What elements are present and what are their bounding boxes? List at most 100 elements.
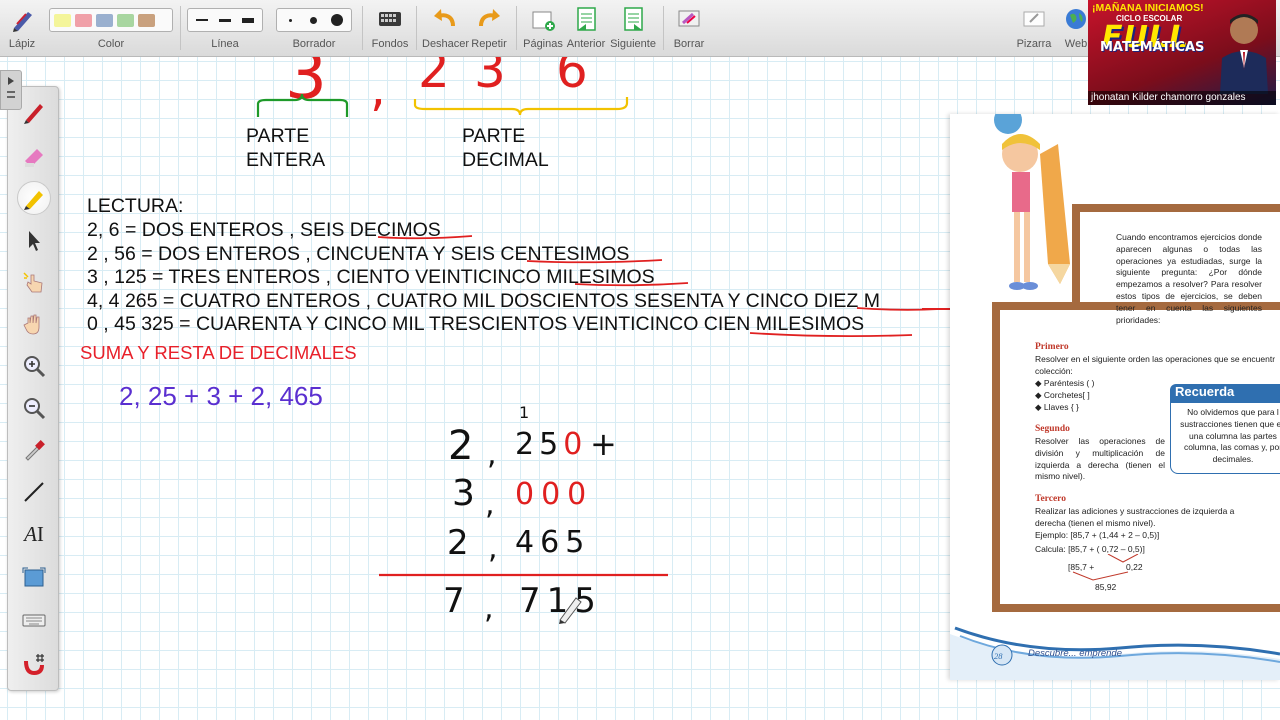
backgrounds-button[interactable]: Fondos	[368, 0, 412, 57]
zoom-out-icon	[24, 398, 46, 420]
row-digits: 465	[515, 525, 591, 560]
row-integer: 2	[447, 523, 469, 563]
eraser-large-icon[interactable]	[326, 11, 349, 29]
book-heading-primero: Primero	[1035, 342, 1069, 352]
lectura-title: LECTURA:	[87, 195, 184, 217]
panel-collapse-handle[interactable]	[0, 70, 22, 110]
tool-click[interactable]	[17, 265, 51, 299]
line-medium-icon[interactable]	[213, 11, 236, 29]
book-calc-result: 85,92	[1095, 582, 1117, 592]
promo-line4: MATEMÁTICAS	[1100, 40, 1205, 55]
row-comma: ,	[485, 487, 495, 522]
next-page-button[interactable]: Siguiente	[609, 0, 657, 57]
webcam-video-overlay[interactable]: ¡MAÑANA INICIAMOS! CICLO ESCOLAR FULL MA…	[1088, 0, 1276, 105]
reading-line: 3 , 125 = TRES ENTEROS , CIENTO VEINTICI…	[87, 266, 655, 288]
sum-expression: 2, 25 + 3 + 2, 465	[119, 381, 323, 411]
color-swatch[interactable]	[75, 13, 92, 27]
globe-icon	[1066, 9, 1086, 29]
whiteboard-button[interactable]: Pizarra	[1014, 0, 1054, 57]
color-swatch[interactable]	[54, 13, 71, 27]
tool-select[interactable]	[17, 223, 51, 257]
recuerda-header: Recuerda	[1170, 384, 1280, 402]
pages-button[interactable]: Páginas	[522, 0, 564, 57]
recuerda-box: No olvidemos que para l sustracciones ti…	[1170, 402, 1280, 474]
book-primero-text: Resolver en el siguiente orden las opera…	[1035, 354, 1276, 376]
color-picker[interactable]: Color	[49, 0, 173, 57]
eraser-size-picker[interactable]: Borrador	[276, 0, 352, 57]
result-comma: ,	[484, 591, 494, 626]
screenshot-icon	[22, 567, 46, 587]
integer-brace	[256, 93, 349, 117]
hand-icon	[23, 314, 40, 335]
girl-with-pencil-illustration	[994, 114, 1070, 290]
row-integer: 3	[452, 473, 475, 514]
previous-page-button[interactable]: Anterior	[566, 0, 606, 57]
book-bullet: ◆ Corchetes[ ]	[1035, 390, 1090, 400]
book-page-number: 28	[994, 651, 1003, 661]
line-icon	[24, 482, 44, 502]
eraser-options	[276, 8, 352, 32]
magnet-icon	[24, 654, 44, 676]
tool-zoom-out[interactable]	[17, 391, 51, 425]
line-thick-icon[interactable]	[237, 11, 260, 29]
tool-text[interactable]: AI	[17, 517, 51, 551]
book-heading-tercero: Tercero	[1035, 494, 1066, 504]
line-options	[187, 8, 263, 32]
redo-icon	[479, 9, 500, 27]
tool-keyboard[interactable]	[17, 603, 51, 637]
reading-line: 0 , 45 325 = CUARENTA Y CINCO MIL TRESCI…	[87, 313, 865, 335]
previous-page-icon	[577, 7, 596, 31]
tool-magnet[interactable]	[17, 647, 51, 681]
decimal-brace	[413, 97, 629, 116]
eyedropper-icon	[25, 440, 45, 461]
tool-pan[interactable]	[17, 307, 51, 341]
tool-zoom-in[interactable]	[17, 349, 51, 383]
tool-eyedropper[interactable]	[17, 433, 51, 467]
presenter-avatar	[1220, 14, 1268, 94]
zoom-in-icon	[24, 356, 46, 378]
highlighter-icon	[25, 149, 43, 167]
textbook-page: Cuando encontramos ejercicios donde apar…	[950, 114, 1280, 680]
pencil-icon	[13, 12, 32, 32]
suma-resta-title: SUMA Y RESTA DE DECIMALES	[80, 342, 357, 363]
tool-marker[interactable]	[17, 181, 51, 215]
row-comma: ,	[488, 531, 498, 566]
book-intro-text: Cuando encontramos ejercicios donde apar…	[1116, 232, 1262, 325]
tool-highlighter[interactable]	[17, 139, 51, 173]
reading-line: 2, 6 = DOS ENTEROS , SEIS DECIMOS	[87, 219, 441, 241]
tool-screenshot[interactable]	[17, 561, 51, 595]
book-footer-text: Descubre... emprende	[1028, 648, 1122, 659]
keyboard-icon	[22, 614, 46, 627]
label-parte-entera: PARTE ENTERA	[246, 125, 326, 171]
tools-panel: AI	[7, 86, 59, 691]
book-ejemplo: Ejemplo: [85,7 + (1,44 + 2 – 0,5)]	[1035, 530, 1160, 540]
undo-button[interactable]: Deshacer	[422, 0, 469, 57]
add-page-icon	[532, 11, 555, 31]
tool-line[interactable]	[17, 475, 51, 509]
color-swatch[interactable]	[117, 13, 134, 27]
hand-pointer-icon	[23, 272, 43, 293]
keyboard-grid-icon	[379, 12, 401, 26]
redo-button[interactable]: Repetir	[470, 0, 508, 57]
book-calc-lines	[1072, 554, 1139, 581]
tool-pen[interactable]	[17, 95, 51, 129]
drawing-canvas[interactable]: 3 , 2 3 6 PARTE ENTERA PARTE DECIMAL LEC…	[0, 57, 1280, 720]
line-thin-icon[interactable]	[190, 11, 213, 29]
color-swatch[interactable]	[138, 13, 155, 27]
text-icon: AI	[24, 521, 44, 546]
eraser-medium-icon[interactable]	[302, 11, 325, 29]
label-parte-decimal: PARTE DECIMAL	[462, 125, 549, 171]
pointer-icon	[29, 231, 40, 251]
line-width-picker[interactable]: Línea	[187, 0, 263, 57]
color-swatches	[49, 8, 173, 32]
row-digits: 000	[515, 477, 594, 512]
color-swatch[interactable]	[96, 13, 113, 27]
book-bullet: ◆ Llaves { }	[1035, 402, 1079, 412]
promo-line1: ¡MAÑANA INICIAMOS!	[1092, 2, 1204, 14]
clear-board-icon	[678, 10, 700, 27]
clear-button[interactable]: Borrar	[668, 0, 710, 57]
eraser-small-icon[interactable]	[279, 11, 302, 29]
result-integer: 7	[443, 581, 465, 621]
book-bullet: ◆ Paréntesis ( )	[1035, 378, 1095, 388]
pencil-tool[interactable]: Lápiz	[4, 0, 40, 57]
